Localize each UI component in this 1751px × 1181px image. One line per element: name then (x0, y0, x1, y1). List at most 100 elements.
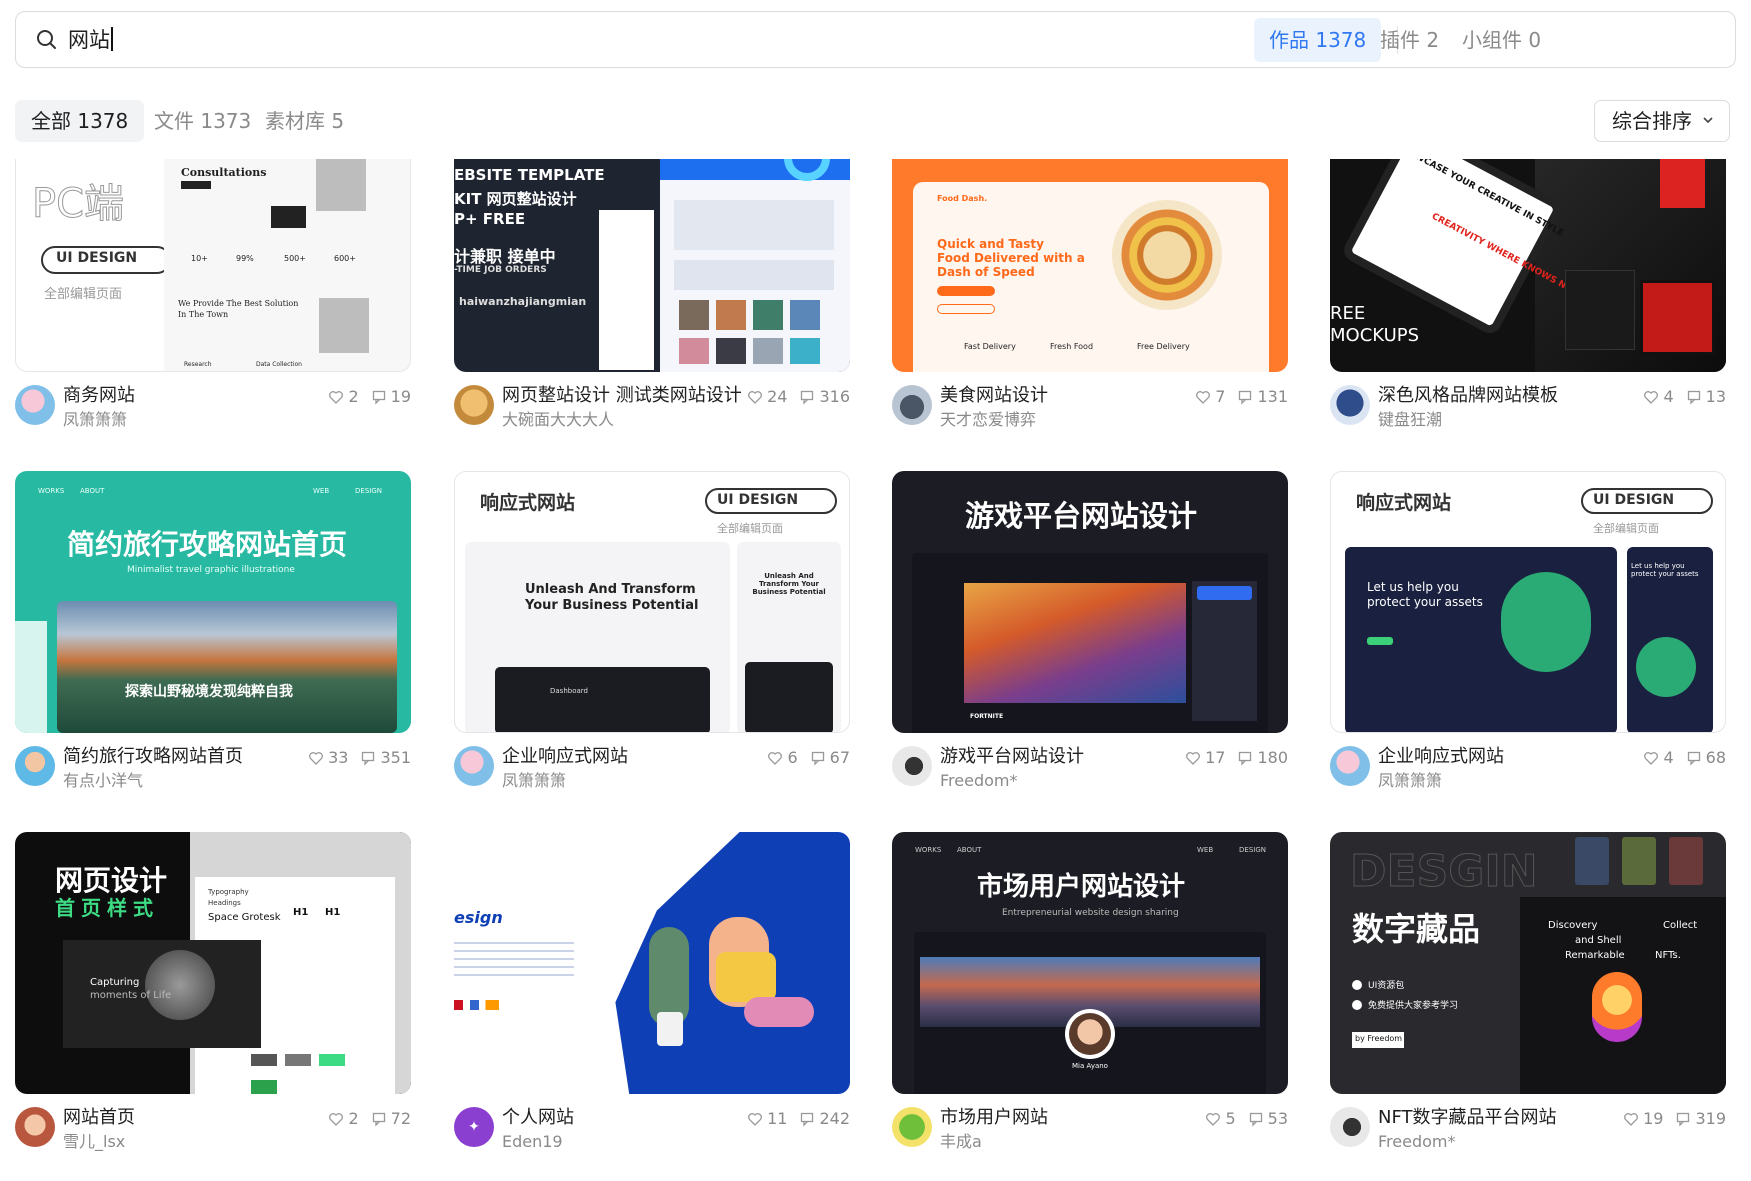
author-avatar[interactable] (892, 746, 932, 786)
thumb-text: Food Dash. (937, 194, 988, 203)
card-title[interactable]: 企业响应式网站 (1378, 745, 1504, 769)
work-card[interactable]: 响应式网站 UI DESIGN 全部编辑页面 Unleash And Trans… (454, 471, 850, 795)
thumb-text: Entrepreneurial website design sharing (1002, 908, 1179, 918)
author-avatar[interactable] (15, 746, 55, 786)
work-thumbnail[interactable]: WORKS ABOUT WEB DESIGN 简约旅行攻略网站首页 Minima… (15, 471, 411, 733)
card-author[interactable]: Eden19 (502, 1131, 563, 1153)
card-title[interactable]: 企业响应式网站 (502, 745, 628, 769)
card-author[interactable]: 凤箫箫箫 (1378, 770, 1442, 792)
like-count: 2 (348, 387, 359, 406)
card-author[interactable]: 大碗面大大大人 (502, 409, 614, 431)
thumb-text: 99% (236, 254, 254, 263)
check-icon (1352, 1000, 1362, 1010)
work-thumbnail[interactable]: EBSITE TEMPLATE KIT 网页整站设计 P+ FREE 计兼职 接… (454, 110, 850, 372)
card-meta: ✦ 个人网站 Eden19 11 242 (454, 1094, 850, 1156)
thumb-text: ABOUT (957, 846, 982, 854)
tab-plugins[interactable]: 插件 2 (1365, 18, 1454, 62)
thumb-text: 响应式网站 (1356, 492, 1452, 514)
author-avatar[interactable] (15, 385, 55, 425)
work-card[interactable]: 游戏平台网站设计 FORTNITE 游戏平台网站设计 Freedom* 17 1… (892, 471, 1288, 795)
thumb-text: 响应式网站 (480, 492, 576, 514)
card-author[interactable]: Freedom* (1378, 1131, 1455, 1153)
comment-icon (1687, 390, 1700, 405)
card-author[interactable]: Freedom* (940, 770, 1017, 792)
card-author[interactable]: 键盘狂潮 (1378, 409, 1442, 431)
work-thumbnail[interactable]: WORKS ABOUT WEB DESIGN 市场用户网站设计 Entrepre… (892, 832, 1288, 1094)
card-meta: NFT数字藏品平台网站 Freedom* 19 319 (1330, 1094, 1726, 1156)
card-title[interactable]: 市场用户网站 (940, 1106, 1048, 1130)
comment-icon (801, 1112, 814, 1127)
author-avatar[interactable] (15, 1107, 55, 1147)
search-input[interactable]: 网站 (68, 24, 113, 56)
author-avatar[interactable] (454, 746, 494, 786)
card-meta: 商务网站 凤箫箫箫 2 19 (15, 372, 411, 434)
work-card[interactable]: EBSITE TEMPLATE KIT 网页整站设计 P+ FREE 计兼职 接… (454, 110, 850, 434)
tab-widgets[interactable]: 小组件 0 (1447, 18, 1556, 62)
work-thumbnail[interactable]: SHOWCASE YOUR CREATIVE IN STYLE CREATIVI… (1330, 110, 1726, 372)
author-avatar[interactable] (892, 1107, 932, 1147)
heart-icon (1644, 391, 1659, 404)
filter-assets[interactable]: 素材库 5 (249, 100, 360, 142)
work-card[interactable]: 响应式网站 UI DESIGN 全部编辑页面 Let us help you p… (1330, 471, 1726, 795)
work-card[interactable]: esign ✦ 个人网站 Eden19 11 242 (454, 832, 850, 1156)
work-thumbnail[interactable]: Food Dash. Quick and Tasty Food Delivere… (892, 110, 1288, 372)
card-title[interactable]: 个人网站 (502, 1106, 574, 1130)
card-author[interactable]: 凤箫箫箫 (63, 409, 127, 431)
card-title[interactable]: 游戏平台网站设计 (940, 745, 1084, 769)
card-author[interactable]: 天才恋爱博弈 (940, 409, 1036, 431)
filter-files[interactable]: 文件 1373 (138, 100, 267, 142)
thumb-nft-figure (1592, 972, 1642, 1042)
work-thumbnail[interactable]: 网页设计 首页样式 Typography Headings Space Grot… (15, 832, 411, 1094)
card-author[interactable]: 有点小洋气 (63, 770, 143, 792)
card-author[interactable]: 雪儿_lsx (63, 1131, 125, 1153)
comment-icon (1239, 751, 1252, 766)
card-title[interactable]: 网页整站设计 测试类网站设计 (502, 384, 742, 408)
work-card[interactable]: WORKS ABOUT WEB DESIGN 市场用户网站设计 Entrepre… (892, 832, 1288, 1156)
card-meta: 企业响应式网站 凤箫箫箫 6 67 (454, 733, 850, 795)
work-card[interactable]: PC端 UI DESIGN 全部编辑页面 Consultations 10+ 9… (15, 110, 411, 434)
work-thumbnail[interactable]: PC端 UI DESIGN 全部编辑页面 Consultations 10+ 9… (15, 110, 411, 372)
work-card[interactable]: 网页设计 首页样式 Typography Headings Space Grot… (15, 832, 411, 1156)
thumb-text: H1 (293, 907, 309, 918)
work-card[interactable]: DESGIN 数字藏品 UI资源包 免费提供大家参考学习 by Freedom … (1330, 832, 1726, 1156)
card-title[interactable]: NFT数字藏品平台网站 (1378, 1106, 1557, 1130)
thumb-chat-bubble (1197, 586, 1252, 600)
thumb-text: UI资源包 (1368, 981, 1405, 991)
thumb-text: Unleash And Transform (525, 582, 696, 597)
filter-all[interactable]: 全部 1378 (15, 100, 145, 142)
card-author[interactable]: 凤箫箫箫 (502, 770, 566, 792)
thumb-food-plate (1112, 200, 1222, 310)
author-avatar[interactable] (1330, 746, 1370, 786)
work-thumbnail[interactable]: 游戏平台网站设计 FORTNITE (892, 471, 1288, 733)
thumb-text: 免费提供大家参考学习 (1368, 1001, 1459, 1011)
thumb-text: Dashboard (550, 687, 588, 695)
thumb-swatch (319, 1054, 345, 1066)
work-card[interactable]: Food Dash. Quick and Tasty Food Delivere… (892, 110, 1288, 434)
card-title[interactable]: 简约旅行攻略网站首页 (63, 745, 243, 769)
card-title[interactable]: 网站首页 (63, 1106, 135, 1130)
thumb-text: DESIGN (355, 487, 382, 495)
card-author[interactable]: 丰成a (940, 1131, 982, 1153)
work-thumbnail[interactable]: 响应式网站 UI DESIGN 全部编辑页面 Unleash And Trans… (454, 471, 850, 733)
sort-dropdown[interactable]: 综合排序 (1594, 100, 1730, 142)
card-title[interactable]: 商务网站 (63, 384, 135, 408)
author-avatar[interactable] (454, 385, 494, 425)
work-thumbnail[interactable]: esign (454, 832, 850, 1094)
work-card[interactable]: WORKS ABOUT WEB DESIGN 简约旅行攻略网站首页 Minima… (15, 471, 411, 795)
author-avatar[interactable] (1330, 1107, 1370, 1147)
work-thumbnail[interactable]: DESGIN 数字藏品 UI资源包 免费提供大家参考学习 by Freedom … (1330, 832, 1726, 1094)
work-card[interactable]: SHOWCASE YOUR CREATIVE IN STYLE CREATIVI… (1330, 110, 1726, 434)
card-stats: 33 351 (308, 747, 411, 769)
author-avatar[interactable]: ✦ (454, 1107, 494, 1147)
tab-works[interactable]: 作品 1378 (1254, 18, 1382, 62)
thumb-chat (1192, 581, 1257, 721)
thumb-text: haiwanzhajiangmian (459, 295, 587, 308)
author-avatar[interactable] (1330, 385, 1370, 425)
thumb-photo (716, 300, 746, 330)
card-title[interactable]: 深色风格品牌网站模板 (1378, 384, 1558, 408)
card-title[interactable]: 美食网站设计 (940, 384, 1048, 408)
work-thumbnail[interactable]: 响应式网站 UI DESIGN 全部编辑页面 Let us help you p… (1330, 471, 1726, 733)
author-avatar[interactable] (892, 385, 932, 425)
thumb-block (181, 181, 211, 189)
comment-icon (362, 751, 375, 766)
